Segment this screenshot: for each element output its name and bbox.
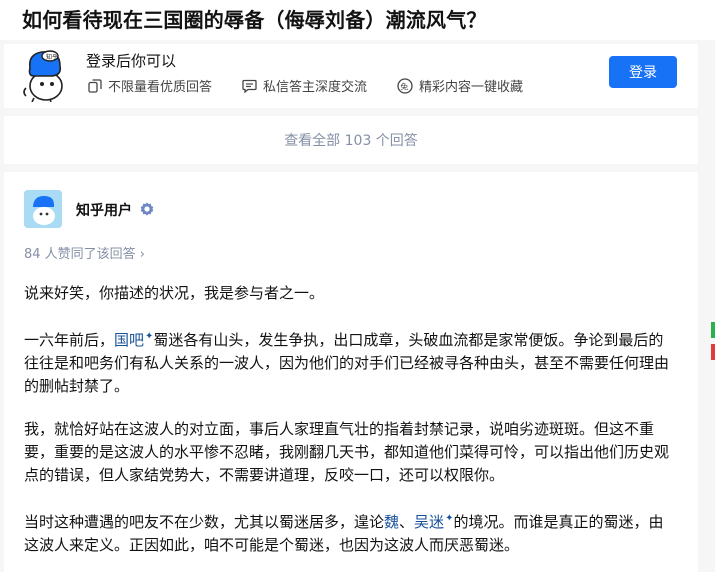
login-prompt-heading: 登录后你可以 [86,52,177,70]
author-name[interactable]: 知乎用户 [76,200,132,220]
chat-icon [242,79,257,93]
copy-icon [88,78,102,93]
view-all-answers-link[interactable]: 查看全部 103 个回答 [284,130,418,150]
question-header: 如何看待现在三国圈的辱备（侮辱刘备）潮流风气？ [0,0,715,40]
benefit-label: 精彩内容一键收藏 [419,80,524,95]
view-all-answers-card: 查看全部 103 个回答 [4,116,698,164]
topic-link-wumi[interactable]: 吴迷 [414,513,444,531]
benefit-label: 私信答主深度交流 [263,80,368,95]
topic-link-guoba[interactable]: 国吧 [114,331,144,349]
edge-indicator-red [711,344,715,360]
paragraph-text: 当时这种遭遇的吧友不在少数，尤其以蜀迷居多，遑论 [24,513,385,531]
answer-paragraph: 一六年前后，国吧✦蜀迷各有山头，发生争执，出口成章，头破血流都是家常便饭。争论到… [24,325,674,398]
default-avatar-icon [24,190,62,228]
benefit-label: 不限量看优质回答 [108,80,213,95]
benefit-collect: 免 精彩内容一键收藏 [397,76,523,95]
answer-content: 说来好笑，你描述的状况，我是参与者之一。 一六年前后，国吧✦蜀迷各有山头，发生争… [24,282,674,572]
benefit-private-message: 私信答主深度交流 [242,76,367,95]
login-prompt-card: 知乎 登录后你可以 不限量看优质回答 私信答主深度交流 免 精彩内容一键收藏 登… [4,44,698,108]
vote-count-link[interactable]: 84 人赞同了该回答 › [24,243,145,262]
login-benefits: 不限量看优质回答 私信答主深度交流 免 精彩内容一键收藏 [88,76,553,95]
zhihu-mascot-icon: 知乎 [23,50,63,102]
svg-text:免: 免 [400,81,408,91]
answer-card: 知乎用户 84 人赞同了该回答 › 说来好笑，你描述的状况，我是参与者之一。 一… [4,172,698,572]
svg-text:知乎: 知乎 [46,53,58,61]
collect-icon: 免 [397,77,413,94]
paragraph-text: 一六年前后， [24,331,115,349]
verified-badge-icon [140,202,154,216]
topic-link-wei[interactable]: 魏 [384,513,399,531]
benefit-unlimited-answers: 不限量看优质回答 [88,76,212,95]
avatar[interactable] [24,190,62,228]
question-title: 如何看待现在三国圈的辱备（侮辱刘备）潮流风气？ [22,8,487,32]
login-button[interactable]: 登录 [609,56,677,88]
answer-paragraph: 当时这种遭遇的吧友不在少数，尤其以蜀迷居多，遑论魏、吴迷✦的境况。而谁是真正的蜀… [24,507,674,557]
paragraph-text: 、 [399,513,415,531]
edge-indicator-green [711,322,715,338]
answer-paragraph: 说来好笑，你描述的状况，我是参与者之一。 [24,284,325,302]
answer-paragraph: 我，就恰好站在这波人的对立面，事后人家理直气壮的指着封禁记录，说咱劣迹斑斑。但这… [24,420,670,484]
